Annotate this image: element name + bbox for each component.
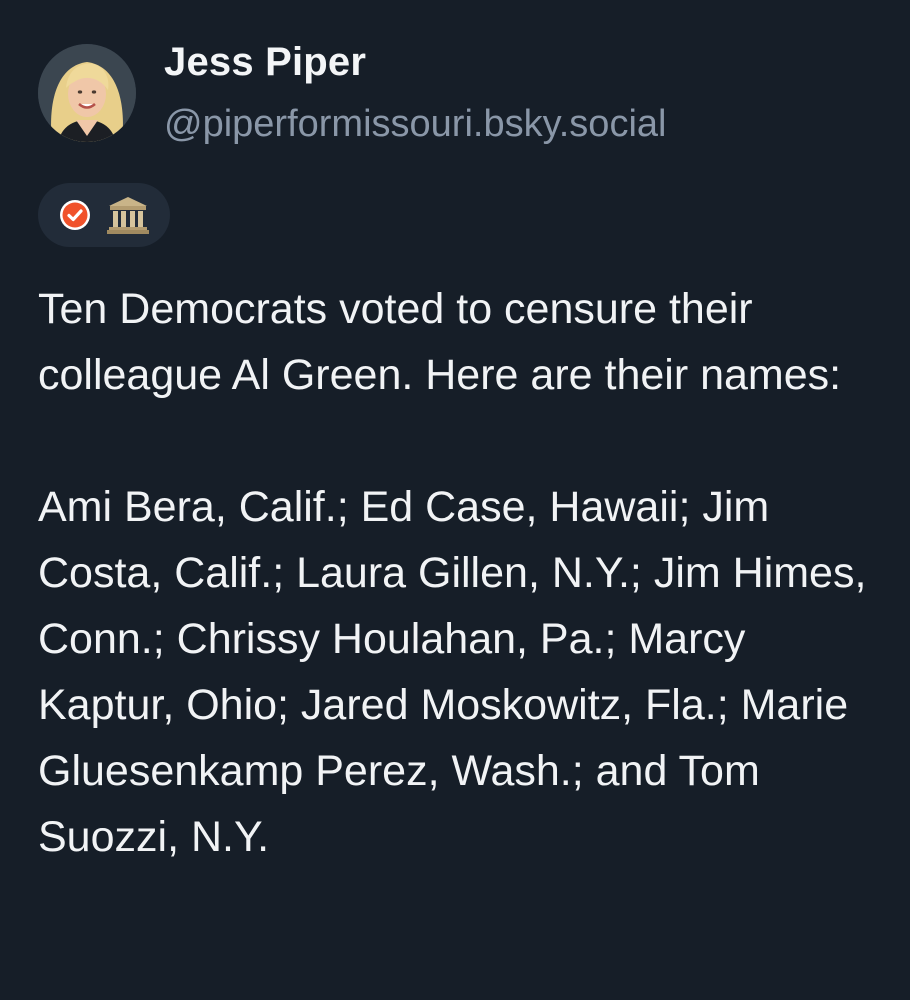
government-building-icon — [107, 197, 149, 234]
author-avatar[interactable] — [38, 44, 136, 142]
post-card: Jess Piper @piperformissouri.bsky.social… — [0, 0, 910, 1000]
verified-check-icon — [60, 200, 90, 230]
verification-badges[interactable] — [38, 183, 170, 247]
user-avatar-photo-icon — [38, 44, 136, 142]
author-handle[interactable]: @piperformissouri.bsky.social — [164, 103, 666, 146]
author-display-name[interactable]: Jess Piper — [164, 40, 366, 85]
post-text-intro: Ten Democrats voted to censure their col… — [38, 285, 842, 399]
post-text-names: Ami Bera, Calif.; Ed Case, Hawaii; Jim C… — [38, 483, 867, 861]
post-body-text: Ten Democrats voted to censure their col… — [38, 276, 888, 870]
